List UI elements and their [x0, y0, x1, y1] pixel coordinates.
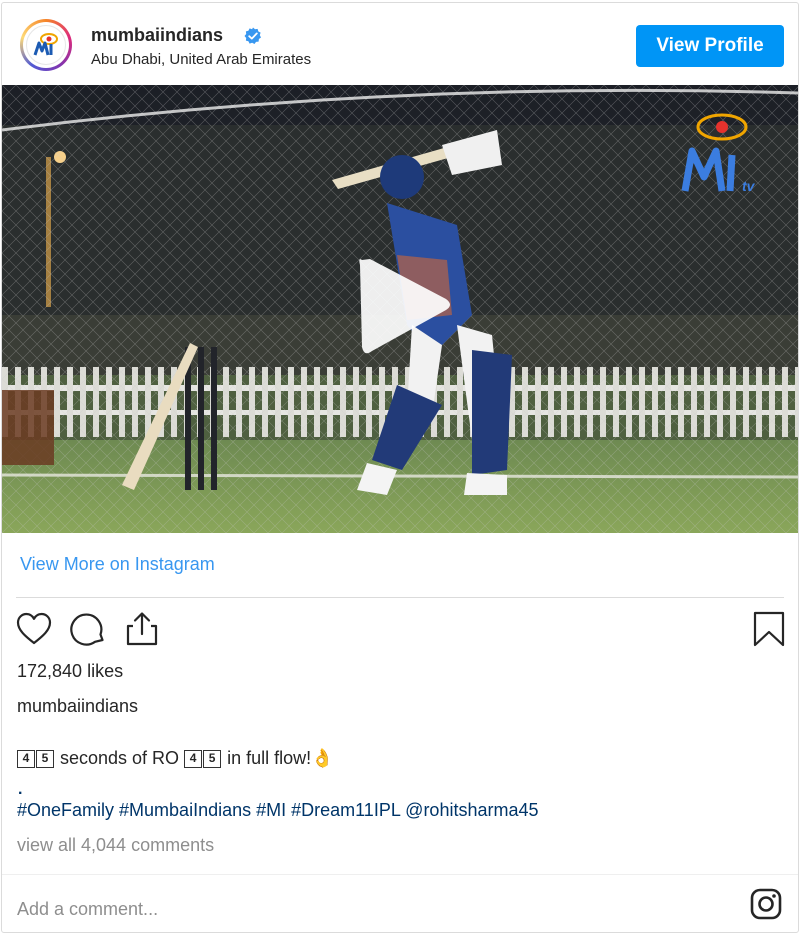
- instagram-icon[interactable]: [749, 887, 783, 921]
- post-location[interactable]: Abu Dhabi, United Arab Emirates: [91, 51, 311, 68]
- post-header: mumbaiindians Abu Dhabi, United Arab Emi…: [2, 3, 798, 85]
- view-profile-button[interactable]: View Profile: [636, 25, 784, 67]
- caption-segment: seconds of RO: [55, 748, 185, 768]
- avatar[interactable]: [20, 19, 72, 71]
- caption-dot: .: [18, 781, 23, 798]
- bookmark-icon[interactable]: [750, 610, 788, 648]
- video-frame: tv: [2, 85, 798, 533]
- verified-badge-icon: [244, 27, 261, 44]
- divider: [2, 874, 798, 875]
- view-more-link[interactable]: View More on Instagram: [20, 554, 215, 575]
- comment-icon[interactable]: [69, 610, 107, 648]
- keycap-emoji: 4: [184, 749, 203, 768]
- ok-hand-emoji: 👌: [311, 748, 334, 768]
- caption-hashtags[interactable]: #OneFamily #MumbaiIndians #MI #Dream11IP…: [17, 800, 539, 821]
- mi-logo-icon: [26, 25, 66, 65]
- caption-segment: in full flow!: [222, 748, 312, 768]
- likes-count[interactable]: 172,840 likes: [17, 661, 123, 682]
- keycap-emoji: 5: [203, 749, 222, 768]
- keycap-emoji: 4: [17, 749, 35, 768]
- caption-username[interactable]: mumbaiindians: [17, 696, 138, 717]
- divider: [16, 597, 784, 598]
- share-icon[interactable]: [123, 610, 161, 648]
- post-username[interactable]: mumbaiindians: [91, 25, 223, 46]
- add-comment-input[interactable]: [17, 896, 617, 922]
- svg-text:tv: tv: [742, 178, 756, 194]
- post-video[interactable]: tv: [2, 85, 798, 533]
- caption-text: 45 seconds of RO 45 in full flow! 👌: [17, 748, 334, 769]
- heart-icon[interactable]: [15, 610, 53, 648]
- keycap-emoji: 5: [36, 749, 54, 768]
- view-all-comments-link[interactable]: view all 4,044 comments: [17, 835, 214, 856]
- instagram-embed-card: mumbaiindians Abu Dhabi, United Arab Emi…: [1, 2, 799, 933]
